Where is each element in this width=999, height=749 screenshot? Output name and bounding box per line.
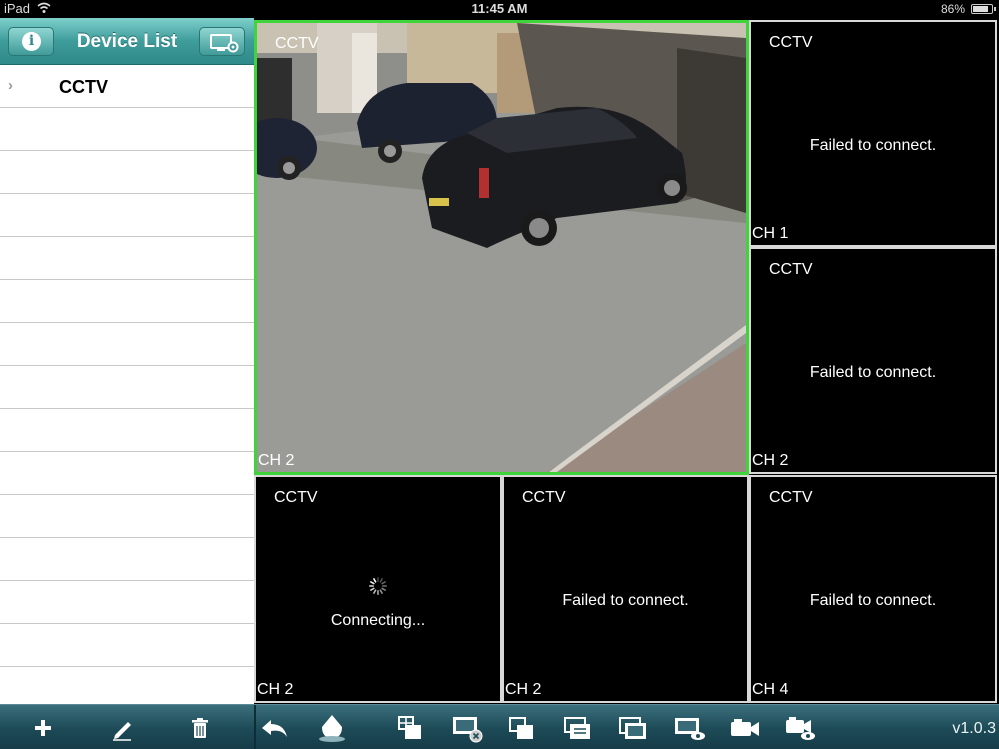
video-cell[interactable]: CCTV Failed to connect. CH 1 (749, 20, 997, 247)
video-cell[interactable]: CCTV Failed to connect. CH 2 (502, 475, 749, 703)
device-label: CCTV (59, 77, 108, 97)
clock: 11:45 AM (471, 1, 528, 16)
empty-list-row (0, 452, 254, 495)
record-button[interactable] (728, 713, 762, 743)
camera-name: CCTV (769, 489, 813, 506)
device-list-item[interactable]: › CCTV (0, 65, 254, 108)
layout-split-icon (398, 716, 421, 739)
empty-list-row (0, 581, 254, 624)
channel-label: CH 2 (257, 681, 294, 698)
empty-list-row (0, 538, 254, 581)
camera-name: CCTV (769, 34, 813, 51)
battery-percent: 86% (940, 2, 965, 16)
channel-label: CH 4 (752, 681, 789, 698)
edit-icon (113, 722, 131, 741)
empty-list-row (0, 366, 254, 409)
empty-list-row (0, 151, 254, 194)
connection-status: Failed to connect. (562, 592, 689, 609)
close-view-button[interactable] (450, 713, 484, 743)
connection-status: Failed to connect. (809, 363, 937, 381)
ptz-icon (319, 715, 345, 742)
channel-label: CH 2 (505, 681, 542, 698)
playback-button[interactable] (784, 713, 818, 743)
camera-feed (257, 23, 746, 472)
fullscreen-button[interactable] (616, 713, 650, 743)
device-list: › CCTV (0, 65, 254, 710)
empty-list-row (0, 108, 254, 151)
single-view-button[interactable] (505, 713, 539, 743)
video-cell[interactable]: CCTV Connecting... CH 2 (254, 475, 502, 703)
app-version: v1.0.3 (952, 720, 996, 737)
multi-view-button[interactable] (561, 713, 595, 743)
connection-status: Failed to connect. (809, 592, 937, 609)
delete-device-button[interactable] (183, 713, 217, 743)
camera-name: CCTV (769, 261, 813, 278)
video-cell[interactable]: CCTV Failed to connect. CH 2 (749, 247, 997, 474)
live-view-icon (675, 718, 705, 740)
ptz-control-button[interactable] (315, 713, 349, 743)
empty-list-row (0, 194, 254, 237)
chevron-right-icon: › (8, 77, 13, 94)
video-grid: CCTV CH 2 CCTV Failed to connect. CH 1 CCTV Fa… (254, 18, 999, 704)
camera-name: CCTV (522, 489, 566, 506)
edit-device-button[interactable] (105, 713, 139, 743)
empty-list-row (0, 409, 254, 452)
multi-view-icon (564, 717, 590, 739)
channel-label: CH 2 (752, 452, 789, 469)
battery-icon (971, 4, 996, 14)
back-button[interactable] (258, 713, 292, 743)
device-settings-button[interactable] (199, 27, 245, 56)
bottom-toolbar: v1.0.3 (0, 704, 999, 749)
connection-status: Failed to connect. (809, 136, 937, 154)
device-list-panel: i Device List › CCTV (0, 18, 254, 710)
single-view-icon (509, 717, 533, 739)
sidebar-header: i Device List (0, 18, 254, 65)
empty-list-row (0, 237, 254, 280)
empty-list-row (0, 280, 254, 323)
layout-split-button[interactable] (393, 713, 427, 743)
record-icon (731, 719, 759, 736)
empty-list-row (0, 495, 254, 538)
channel-label: CH 1 (752, 225, 789, 242)
empty-list-row (0, 323, 254, 366)
loading-spinner-icon (369, 577, 387, 595)
camera-name: CCTV (275, 35, 319, 52)
status-bar: iPad 11:45 AM 86% (0, 0, 999, 18)
video-cell[interactable]: CCTV CH 2 (254, 20, 749, 475)
trash-icon (192, 718, 208, 738)
fullscreen-icon (619, 717, 646, 739)
camera-name: CCTV (274, 489, 318, 506)
channel-label: CH 2 (258, 452, 295, 469)
close-view-icon (453, 717, 483, 743)
playback-icon (786, 717, 815, 740)
live-view-button[interactable] (673, 713, 707, 743)
add-device-button[interactable] (26, 713, 60, 743)
device-settings-icon (210, 34, 239, 53)
connection-status: Connecting... (330, 612, 426, 629)
back-icon (262, 720, 287, 737)
add-icon (35, 720, 51, 736)
empty-list-row (0, 624, 254, 667)
video-cell[interactable]: CCTV Failed to connect. CH 4 (749, 475, 997, 703)
